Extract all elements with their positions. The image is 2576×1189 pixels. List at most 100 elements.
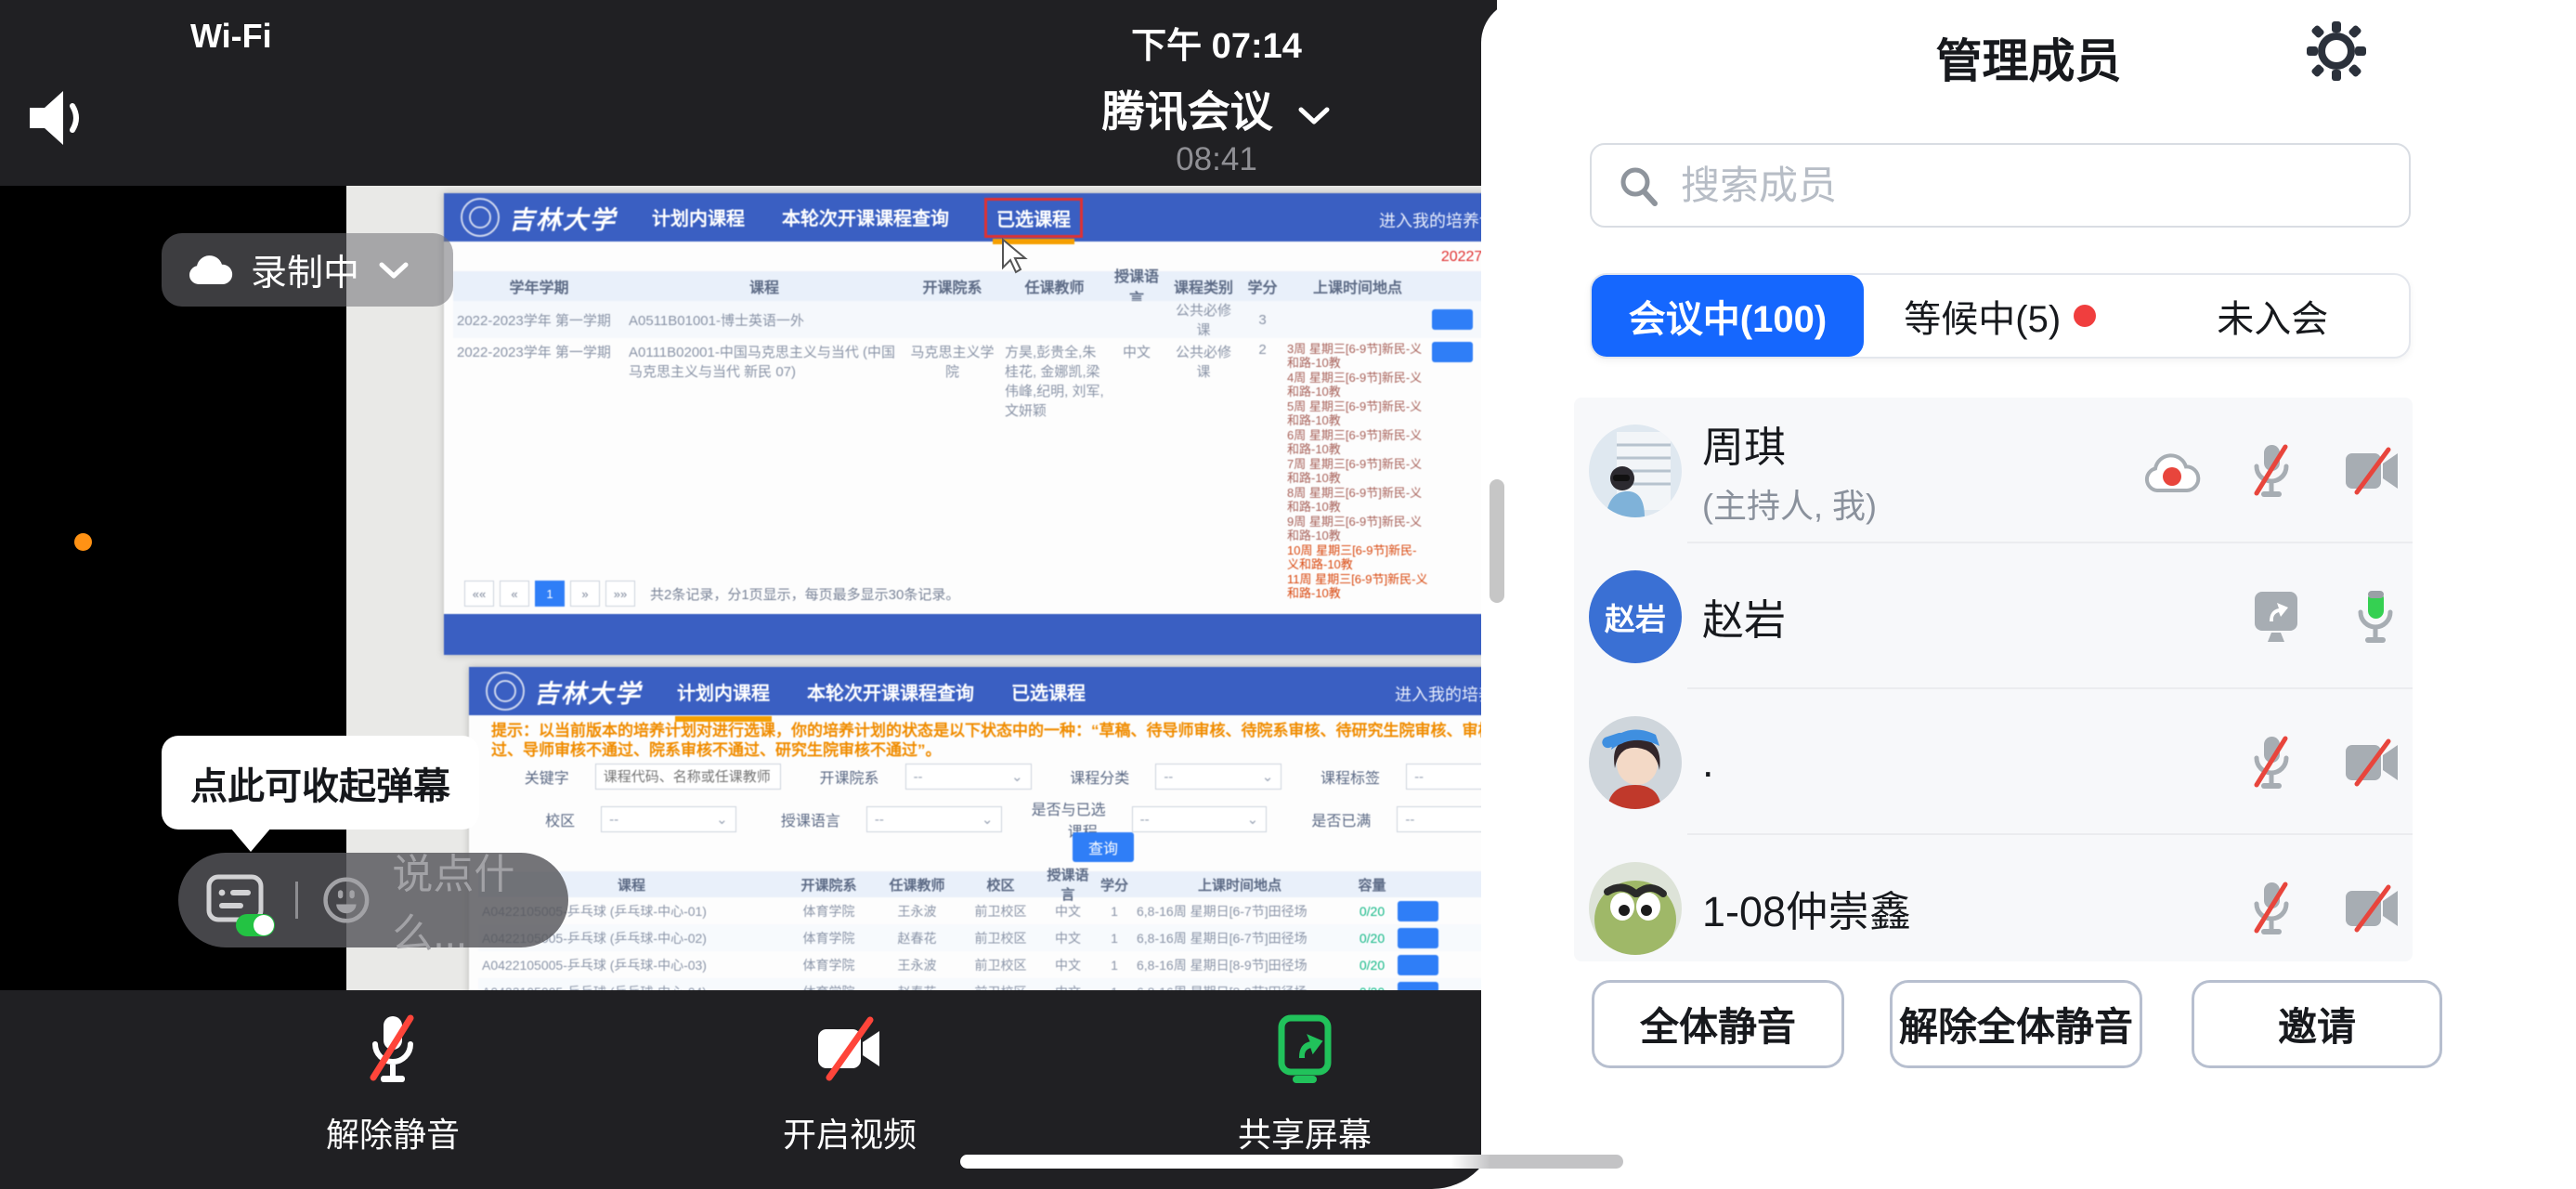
category-select[interactable]: --⌄ — [1155, 764, 1281, 790]
pagination-prev[interactable]: « — [500, 581, 529, 607]
screen-share-icon — [1265, 1009, 1345, 1089]
invite-button[interactable]: 邀请 — [2192, 980, 2442, 1068]
mic-muted-icon[interactable] — [2244, 733, 2299, 792]
university-logo-icon — [461, 198, 500, 237]
danmaku-on-toggle[interactable] — [236, 914, 275, 936]
recording-status-pill[interactable]: 录制中 — [162, 233, 453, 307]
member-row[interactable]: . — [1574, 689, 2413, 835]
mute-all-button[interactable]: 全体静音 — [1592, 980, 1844, 1068]
member-name: 1-08仲崇鑫 — [1702, 878, 1911, 938]
camera-off-icon[interactable] — [2342, 883, 2403, 934]
wifi-status: Wi-Fi — [190, 17, 272, 56]
site2-nav-planned-courses[interactable]: 计划内课程 — [675, 673, 772, 711]
site2-row-action-button[interactable] — [1398, 928, 1438, 948]
conflict-select[interactable]: --⌄ — [1132, 806, 1268, 832]
mic-muted-icon — [353, 1009, 433, 1089]
chat-input-placeholder[interactable]: 说点什么... — [392, 841, 568, 960]
danmaku-toggle-icon[interactable] — [206, 872, 264, 929]
pagination-next[interactable]: » — [570, 581, 600, 607]
avatar — [1589, 862, 1682, 955]
chevron-down-icon — [378, 260, 410, 281]
system-clock: 下午 07:14 — [1077, 17, 1356, 68]
camera-off-icon[interactable] — [2342, 738, 2403, 788]
site1-nav-current-round-query[interactable]: 本轮次开课课程查询 — [780, 198, 951, 238]
site2-course-row: A0422105005-乒乓球 (乒乓球-中心-04)体育学院赵春花前卫校区中文… — [478, 978, 1497, 990]
site2-course-row: A0422105005-乒乓球 (乒乓球-中心-02)体育学院赵春花前卫校区中文… — [478, 924, 1497, 951]
pagination-last[interactable]: »» — [605, 581, 635, 607]
chat-quick-bar[interactable]: 说点什么... — [178, 853, 568, 947]
cloud-recording-icon[interactable] — [2141, 448, 2201, 494]
tab-not-joined[interactable]: 未入会 — [2137, 275, 2410, 357]
home-indicator[interactable] — [960, 1155, 1623, 1169]
meeting-app: Wi-Fi 下午 07:14 腾讯会议 08:41 吉林大学 计划内课程 本轮次… — [0, 0, 2576, 1189]
site2-nav-selected-courses[interactable]: 已选课程 — [1009, 673, 1087, 711]
search-icon — [1618, 164, 1660, 207]
member-name: 周琪 — [1702, 413, 1877, 474]
remote-mouse-cursor — [1001, 238, 1029, 280]
avatar — [1589, 716, 1682, 809]
pagination-page-1[interactable]: 1 — [535, 581, 565, 607]
site1-footer-band — [444, 614, 1497, 655]
scrollbar[interactable] — [1490, 479, 1504, 603]
site1-my-plan-link[interactable]: 进入我的培养计划 — [1379, 208, 1497, 232]
language-select[interactable]: --⌄ — [866, 806, 1002, 832]
member-name: 赵岩 — [1702, 586, 1786, 647]
site2-nav-current-round-query[interactable]: 本轮次开课课程查询 — [805, 673, 976, 711]
site1-row-action-button[interactable] — [1432, 342, 1473, 362]
recording-indicator-dot — [74, 533, 92, 551]
tab-waiting[interactable]: 等候中(5) — [1864, 275, 2137, 357]
mic-muted-icon[interactable] — [2244, 441, 2299, 501]
site2-filter-row-2: 校区 --⌄ 授课语言 --⌄ 是否与已选课程.. --⌄ 是否已满 --⌄ — [497, 797, 1497, 842]
keyword-input[interactable] — [595, 764, 781, 790]
site2-table-header: 课程 开课院系 任课教师 校区 授课语言 学分 上课时间地点 容量 — [478, 871, 1497, 897]
member-row[interactable]: 1-08仲崇鑫 — [1574, 835, 2413, 961]
schedule-list: 3周 星期三[6-9节]新民-义和路-10教 4周 星期三[6-9节]新民-义和… — [1283, 342, 1432, 601]
pagination-first[interactable]: «« — [464, 581, 494, 607]
site1-table-header: 学年学期 课程 开课院系 任课教师 授课语言 课程类别 学分 上课时间地点 — [453, 271, 1497, 301]
red-dot-badge — [2074, 305, 2096, 327]
query-button[interactable]: 查询 — [1073, 832, 1134, 862]
tab-in-meeting[interactable]: 会议中(100) — [1592, 275, 1864, 357]
member-row-host[interactable]: 周琪 (主持人, 我) — [1574, 398, 2413, 543]
site1-nav-selected-courses[interactable]: 已选课程 — [984, 198, 1083, 238]
dept-select[interactable]: --⌄ — [905, 764, 1032, 790]
site1-course-row: 2022-2023学年 第一学期 A0111B02001-中国马克思主义与当代 … — [453, 342, 1497, 576]
cloud-recording-icon — [186, 253, 234, 288]
site1-pagination: «« « 1 » »» 共2条记录，分1页显示，每页最多显示30条记录。 — [464, 581, 959, 607]
member-search-input[interactable] — [1679, 163, 2333, 209]
shared-browser-window-2: 吉林大学 计划内课程 本轮次开课课程查询 已选课程 进入我的培养计划 20227… — [469, 667, 1497, 990]
panel-title: 管理成员 — [1481, 24, 2576, 91]
avatar: 赵岩 — [1589, 570, 1682, 663]
shared-browser-window-1: 吉林大学 计划内课程 本轮次开课课程查询 已选课程 进入我的培养计划 20227… — [444, 193, 1497, 655]
member-name: . — [1702, 738, 1714, 787]
tooltip-pointer — [230, 828, 271, 852]
university-name: 吉林大学 — [534, 673, 642, 710]
danmaku-tooltip: 点此可收起弹幕 — [162, 736, 479, 830]
unmute-all-button[interactable]: 解除全体静音 — [1890, 980, 2142, 1068]
avatar — [1589, 425, 1682, 517]
site2-row-action-button[interactable] — [1398, 901, 1438, 921]
speaker-icon[interactable] — [26, 85, 98, 155]
member-search[interactable] — [1590, 143, 2411, 228]
site2-navbar: 吉林大学 计划内课程 本轮次开课课程查询 已选课程 进入我的培养计划 — [469, 667, 1497, 715]
site1-row-action-button[interactable] — [1432, 309, 1473, 330]
chevron-down-icon — [1297, 104, 1331, 126]
mic-on-icon[interactable] — [2348, 587, 2403, 647]
site1-nav-planned-courses[interactable]: 计划内课程 — [650, 198, 747, 238]
gear-icon[interactable] — [2306, 20, 2367, 86]
mic-muted-icon[interactable] — [2244, 879, 2299, 938]
member-tabs: 会议中(100) 等候中(5) 未入会 — [1590, 273, 2411, 359]
meeting-title-dropdown[interactable]: 腾讯会议 — [1021, 78, 1412, 139]
start-video-button[interactable]: 开启视频 — [710, 1009, 989, 1156]
unmute-button[interactable]: 解除静音 — [254, 1009, 532, 1156]
camera-off-icon[interactable] — [2342, 446, 2403, 496]
site2-course-row: A0422105005-乒乓球 (乒乓球-中心-01)体育学院王永波前卫校区中文… — [478, 897, 1497, 924]
screen-sharing-icon[interactable] — [2247, 588, 2305, 646]
camera-off-icon — [807, 1009, 892, 1089]
share-screen-button[interactable]: 共享屏幕 — [1165, 1009, 1444, 1156]
campus-select[interactable]: --⌄ — [601, 806, 736, 832]
site2-row-action-button[interactable] — [1398, 955, 1438, 975]
emoji-icon[interactable] — [322, 873, 371, 927]
member-row[interactable]: 赵岩 赵岩 — [1574, 543, 2413, 689]
site2-row-action-button[interactable] — [1398, 982, 1438, 991]
